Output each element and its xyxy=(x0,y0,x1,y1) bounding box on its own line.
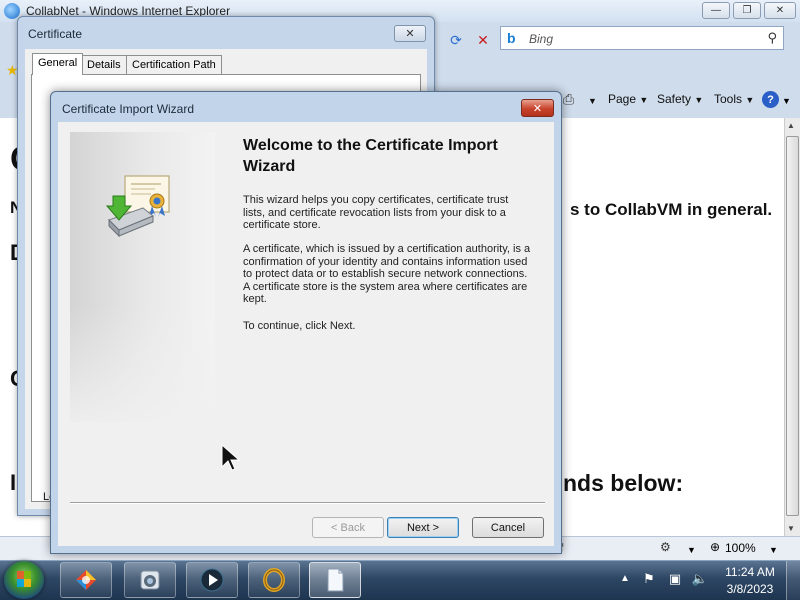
minimize-button[interactable]: — xyxy=(702,2,730,19)
zoom-level[interactable]: 100% xyxy=(725,541,756,555)
maximize-button[interactable]: ❐ xyxy=(733,2,761,19)
internet-explorer-icon xyxy=(4,3,20,19)
clock-time[interactable]: 11:24 AM xyxy=(722,565,778,579)
search-box[interactable]: b Bing ⚲ xyxy=(500,26,784,50)
divider xyxy=(70,502,545,504)
chevron-down-icon[interactable]: ▼ xyxy=(687,545,696,555)
chevron-down-icon: ▼ xyxy=(694,95,704,105)
windows-logo-icon xyxy=(17,571,31,587)
tab-general[interactable]: General xyxy=(32,53,84,75)
safety-menu[interactable]: Safety ▼ xyxy=(657,92,703,106)
tools-menu[interactable]: Tools ▼ xyxy=(714,92,754,106)
stop-icon[interactable]: ✕ xyxy=(472,30,494,50)
certificate-import-wizard: Certificate Import Wizard ✕ Welcome to t… xyxy=(50,91,562,554)
network-icon[interactable]: ▣ xyxy=(667,571,683,587)
page-menu[interactable]: Page ▼ xyxy=(608,92,648,106)
volume-muted-icon[interactable]: 🔈 xyxy=(692,571,708,587)
chevron-down-icon: ▼ xyxy=(745,95,755,105)
document-icon xyxy=(327,568,344,592)
internet-explorer-icon xyxy=(76,570,96,590)
clock-date[interactable]: 3/8/2023 xyxy=(722,582,778,596)
help-dropdown-icon[interactable]: ▼ xyxy=(782,96,791,106)
safety-menu-label: Safety xyxy=(657,92,692,106)
zoom-dropdown-icon[interactable]: ▼ xyxy=(769,545,778,555)
media-app-icon xyxy=(140,570,160,590)
tools-menu-label: Tools xyxy=(714,92,743,106)
page-text-fragment: I xyxy=(10,470,17,495)
tab-certification-path[interactable]: Certification Path xyxy=(126,55,222,75)
chevron-down-icon: ▼ xyxy=(639,95,649,105)
mouse-cursor-icon xyxy=(221,443,241,471)
scrollbar-thumb[interactable] xyxy=(786,136,799,516)
ring-icon xyxy=(263,568,285,592)
taskbar-media-player[interactable] xyxy=(186,562,238,598)
wizard-paragraph: To continue, click Next. xyxy=(243,320,356,332)
show-hidden-icons-icon[interactable]: ▲ xyxy=(620,573,630,584)
taskbar-ring-app[interactable] xyxy=(248,562,300,598)
tab-details[interactable]: Details xyxy=(81,55,127,75)
wizard-heading: Welcome to the Certificate Import Wizard xyxy=(243,137,498,175)
taskbar-media-app[interactable] xyxy=(124,562,176,598)
print-dropdown-icon[interactable]: ▼ xyxy=(588,96,597,106)
search-icon[interactable]: ⚲ xyxy=(767,30,777,46)
wizard-paragraph: A certificate, which is issued by a cert… xyxy=(243,243,531,305)
certificate-dialog-title: Certificate xyxy=(28,27,83,41)
action-center-flag-icon[interactable]: ⚑ xyxy=(641,571,657,587)
scroll-down-icon[interactable]: ▼ xyxy=(787,524,795,533)
start-button[interactable] xyxy=(4,561,44,599)
wizard-paragraph: This wizard helps you copy certificates,… xyxy=(243,194,509,231)
cancel-button[interactable]: Cancel xyxy=(472,517,544,538)
taskbar-internet-explorer[interactable] xyxy=(60,562,112,598)
refresh-icon[interactable]: ⟳ xyxy=(445,30,467,50)
protected-mode-icon[interactable]: ⚙ xyxy=(660,540,671,554)
show-desktop-button[interactable] xyxy=(786,561,800,600)
help-icon[interactable]: ? xyxy=(762,91,779,108)
certificate-import-icon xyxy=(105,175,170,238)
taskbar-document[interactable] xyxy=(309,562,361,598)
search-input[interactable]: Bing xyxy=(529,32,553,46)
page-paragraph: s to CollabVM in general. xyxy=(570,200,773,219)
page-heading: nds below: xyxy=(563,470,684,496)
media-player-icon xyxy=(200,568,224,592)
close-button[interactable]: ✕ xyxy=(764,2,796,19)
zoom-icon[interactable]: ⊕ xyxy=(710,540,720,554)
close-button[interactable]: ✕ xyxy=(394,25,426,42)
wizard-title: Certificate Import Wizard xyxy=(62,102,195,116)
bing-icon: b xyxy=(507,30,516,46)
scroll-up-icon[interactable]: ▲ xyxy=(787,121,795,130)
back-button[interactable]: < Back xyxy=(312,517,384,538)
close-button[interactable]: ✕ xyxy=(521,99,554,117)
next-button[interactable]: Next > xyxy=(387,517,459,538)
wizard-body: Welcome to the Certificate Import Wizard… xyxy=(58,122,554,546)
page-menu-label: Page xyxy=(608,92,637,106)
print-icon[interactable]: ⎙ xyxy=(563,91,574,108)
vertical-scrollbar[interactable]: ▲ ▼ xyxy=(784,118,800,536)
